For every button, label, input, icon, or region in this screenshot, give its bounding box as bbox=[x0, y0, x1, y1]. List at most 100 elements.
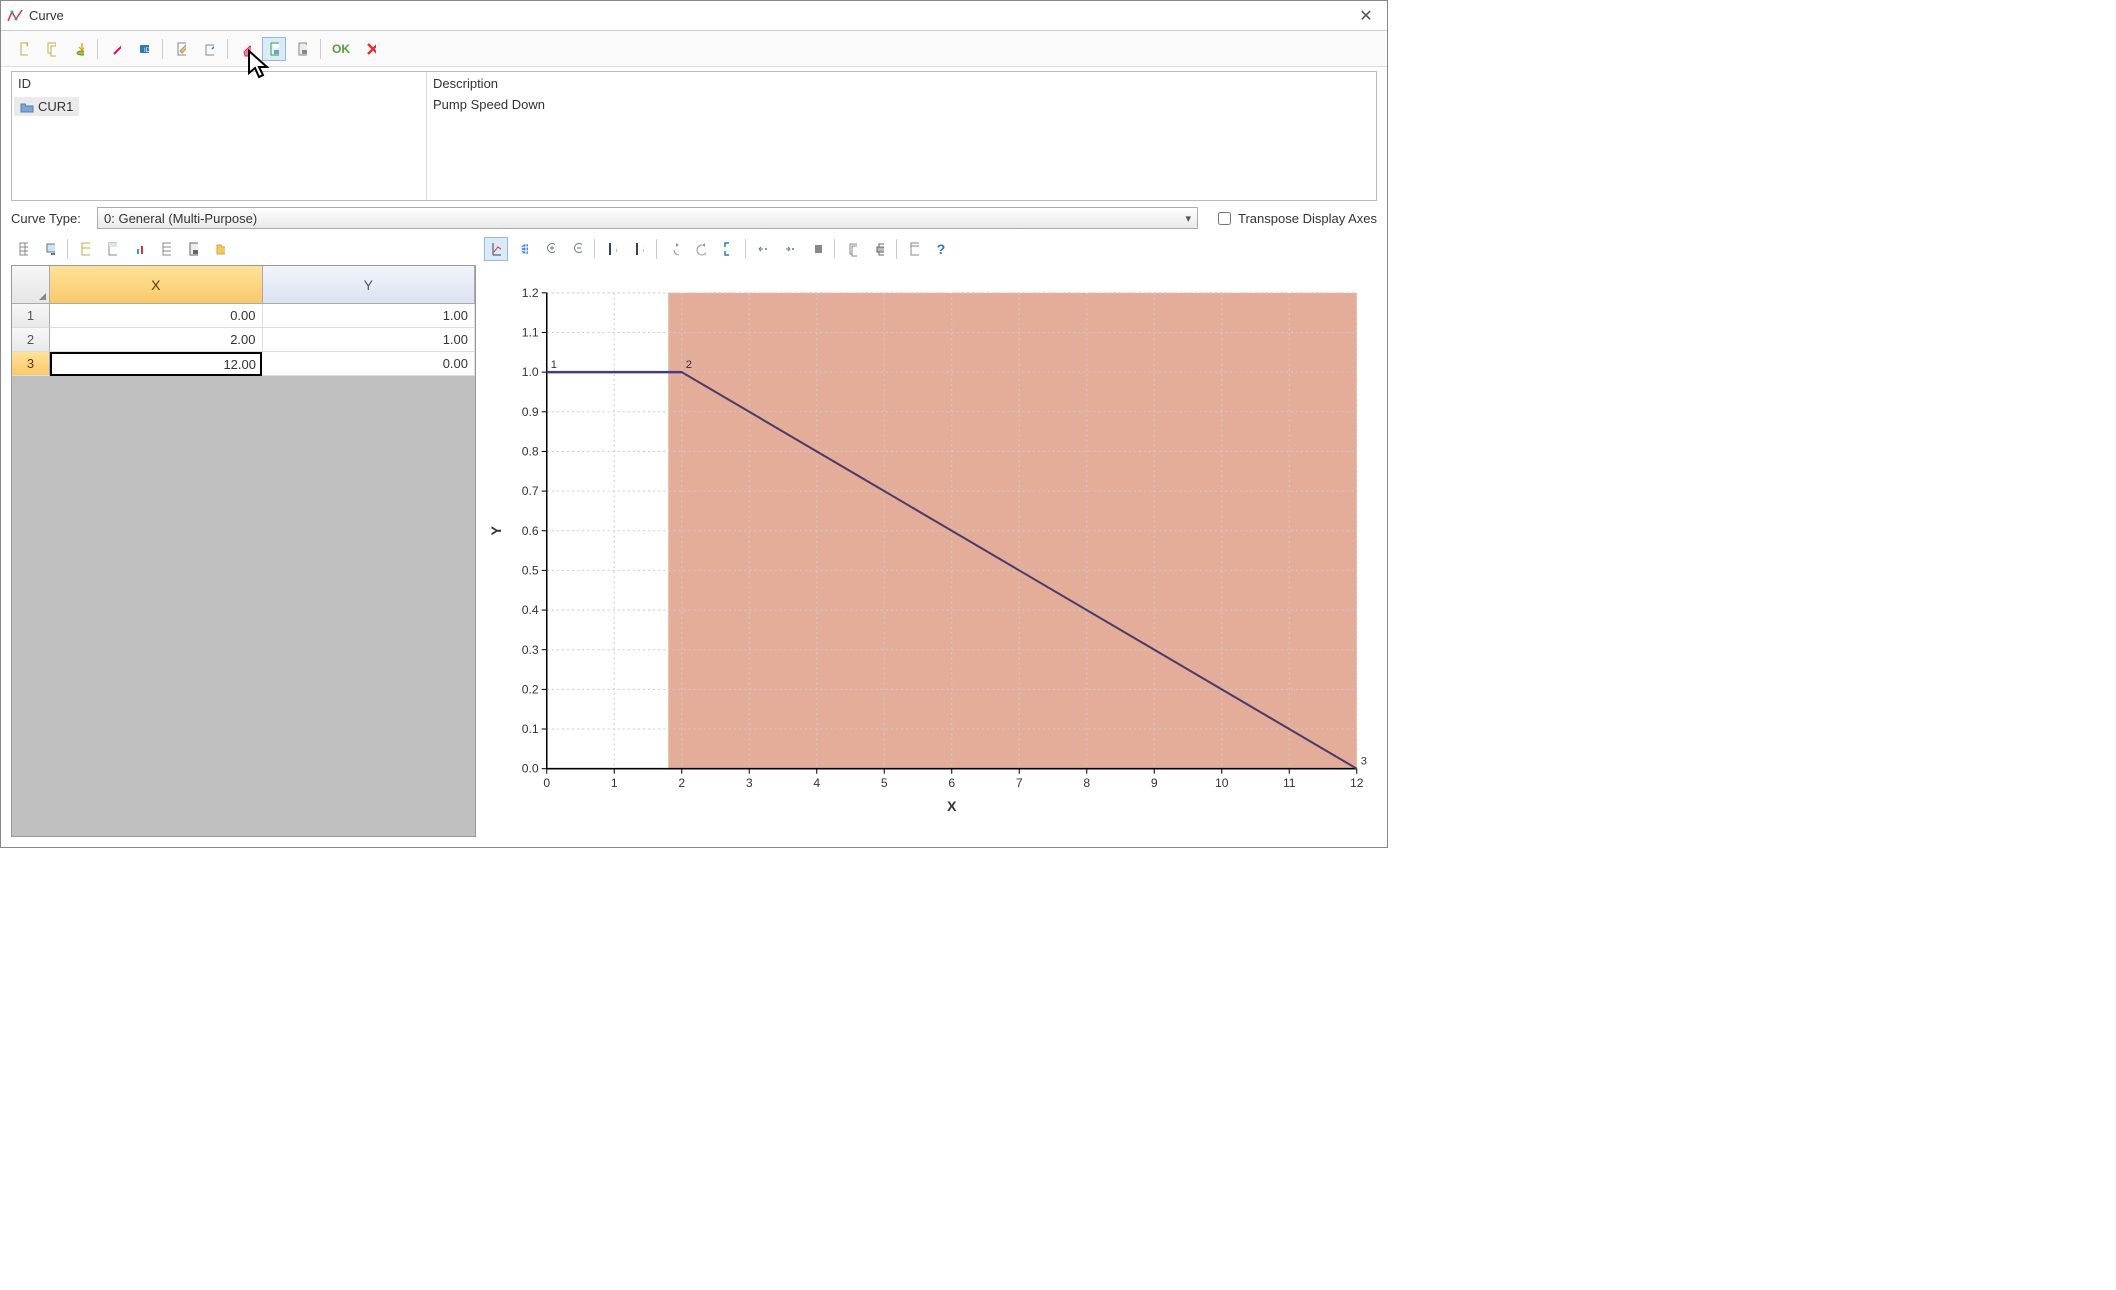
eraser-icon[interactable] bbox=[234, 37, 258, 61]
window-title: Curve bbox=[29, 8, 1351, 23]
svg-text:2: 2 bbox=[678, 776, 685, 790]
row-number[interactable]: 3 bbox=[12, 352, 50, 376]
svg-text:0.6: 0.6 bbox=[522, 524, 539, 538]
svg-text:0.3: 0.3 bbox=[522, 643, 539, 657]
cell-y[interactable]: 0.00 bbox=[262, 352, 475, 376]
separator-icon bbox=[656, 239, 657, 259]
chart-harrow-in-icon[interactable] bbox=[778, 237, 802, 261]
svg-text:2: 2 bbox=[686, 359, 692, 371]
svg-text:8: 8 bbox=[1083, 776, 1090, 790]
id-item[interactable]: CUR1 bbox=[14, 97, 79, 116]
folder-icon bbox=[20, 101, 34, 113]
chart-harrow-out-icon[interactable] bbox=[751, 237, 775, 261]
chart-print-icon[interactable] bbox=[867, 237, 891, 261]
transpose-checkbox-input[interactable] bbox=[1218, 212, 1231, 225]
table-row[interactable]: 10.001.00 bbox=[12, 304, 475, 328]
import-icon[interactable] bbox=[67, 37, 91, 61]
separator-icon bbox=[67, 239, 68, 259]
grid-corner[interactable] bbox=[12, 266, 50, 304]
chart-line-icon[interactable] bbox=[484, 237, 508, 261]
chart-copy-icon[interactable] bbox=[840, 237, 864, 261]
chart-globe-icon[interactable] bbox=[511, 237, 535, 261]
data-grid-body: 10.001.0022.001.00312.000.00 bbox=[12, 304, 475, 836]
svg-text:0.2: 0.2 bbox=[522, 682, 539, 696]
chart-panel[interactable]: 01234567891011120.00.10.20.30.40.50.60.7… bbox=[486, 265, 1377, 837]
svg-text:0.0: 0.0 bbox=[522, 762, 539, 776]
curve-window: Curve ✕ ID OK ID CUR1 bbox=[0, 0, 1388, 848]
cell-x[interactable]: 12.00 bbox=[50, 352, 262, 376]
id-badge-icon[interactable]: ID bbox=[132, 37, 156, 61]
svg-text:0.9: 0.9 bbox=[522, 405, 539, 419]
row-number[interactable]: 1 bbox=[12, 304, 50, 328]
new-icon[interactable] bbox=[11, 37, 35, 61]
grid-chart-icon[interactable] bbox=[127, 237, 151, 261]
svg-text:X: X bbox=[947, 799, 957, 815]
copy-icon[interactable] bbox=[39, 37, 63, 61]
chart-window-icon[interactable] bbox=[902, 237, 926, 261]
chart-zoom-out-icon[interactable] bbox=[565, 237, 589, 261]
svg-text:6: 6 bbox=[948, 776, 955, 790]
titlebar: Curve ✕ bbox=[1, 1, 1387, 31]
svg-text:9: 9 bbox=[1151, 776, 1158, 790]
chart-axis-b-icon[interactable]: a bbox=[627, 237, 651, 261]
mid-toolbars: a a ? bbox=[11, 237, 1377, 261]
svg-text:0: 0 bbox=[543, 776, 550, 790]
table-row[interactable]: 22.001.00 bbox=[12, 328, 475, 352]
svg-text:ID: ID bbox=[144, 48, 149, 54]
data-grid[interactable]: X Y 10.001.0022.001.00312.000.00 bbox=[11, 265, 476, 837]
svg-text:11: 11 bbox=[1283, 776, 1296, 790]
wand-icon[interactable] bbox=[104, 37, 128, 61]
svg-text:1: 1 bbox=[551, 359, 557, 371]
column-header-y[interactable]: Y bbox=[263, 266, 476, 304]
grid-table-a-icon[interactable] bbox=[73, 237, 97, 261]
svg-text:3: 3 bbox=[746, 776, 753, 790]
svg-text:12: 12 bbox=[1350, 776, 1364, 790]
column-header-x[interactable]: X bbox=[50, 266, 263, 304]
svg-text:a: a bbox=[616, 244, 617, 254]
chart-help-icon[interactable]: ? bbox=[929, 237, 953, 261]
svg-text:0.7: 0.7 bbox=[522, 484, 539, 498]
transpose-checkbox[interactable]: Transpose Display Axes bbox=[1214, 209, 1377, 228]
grid-monitor-icon[interactable] bbox=[38, 237, 62, 261]
grid-sheet-icon[interactable] bbox=[11, 237, 35, 261]
grid-table-c-icon[interactable] bbox=[154, 237, 178, 261]
svg-text:0.5: 0.5 bbox=[522, 563, 539, 577]
cell-x[interactable]: 0.00 bbox=[50, 304, 263, 328]
chart-axis-a-icon[interactable]: a bbox=[600, 237, 624, 261]
window-close-button[interactable]: ✕ bbox=[1351, 6, 1381, 26]
svg-text:7: 7 bbox=[1016, 776, 1023, 790]
chart-undo-icon[interactable] bbox=[662, 237, 686, 261]
curve-app-icon bbox=[7, 8, 23, 24]
svg-text:10: 10 bbox=[1215, 776, 1229, 790]
cell-x[interactable]: 2.00 bbox=[50, 328, 263, 352]
save-icon[interactable] bbox=[262, 37, 286, 61]
chart-fullscreen-icon[interactable] bbox=[716, 237, 740, 261]
table-row[interactable]: 312.000.00 bbox=[12, 352, 475, 376]
cell-y[interactable]: 1.00 bbox=[263, 328, 476, 352]
save-as-icon[interactable] bbox=[290, 37, 314, 61]
grid-toolbar bbox=[11, 237, 476, 261]
svg-text:0.4: 0.4 bbox=[522, 603, 539, 617]
edit-note-icon[interactable] bbox=[169, 37, 193, 61]
grid-table-b-icon[interactable] bbox=[100, 237, 124, 261]
curve-type-combo[interactable]: 0: General (Multi-Purpose) bbox=[97, 207, 1198, 229]
cancel-x-icon[interactable] bbox=[359, 37, 383, 61]
chart-stop-icon[interactable] bbox=[805, 237, 829, 261]
row-number[interactable]: 2 bbox=[12, 328, 50, 352]
description-column: Description Pump Speed Down bbox=[427, 72, 1376, 200]
svg-text:1.1: 1.1 bbox=[522, 326, 539, 340]
external-open-icon[interactable] bbox=[197, 37, 221, 61]
chart-redo-icon[interactable] bbox=[689, 237, 713, 261]
chart-zoom-in-icon[interactable] bbox=[538, 237, 562, 261]
grid-save-icon[interactable] bbox=[181, 237, 205, 261]
cell-y[interactable]: 1.00 bbox=[263, 304, 476, 328]
grid-open-folder-icon[interactable] bbox=[208, 237, 232, 261]
curve-type-row: Curve Type: 0: General (Multi-Purpose) T… bbox=[1, 205, 1387, 231]
svg-text:0.1: 0.1 bbox=[522, 722, 539, 736]
chart-svg: 01234567891011120.00.10.20.30.40.50.60.7… bbox=[486, 265, 1377, 837]
content-row: X Y 10.001.0022.001.00312.000.00 0123456… bbox=[11, 265, 1377, 837]
svg-text:Y: Y bbox=[489, 525, 505, 535]
separator-icon bbox=[834, 239, 835, 259]
svg-text:1.0: 1.0 bbox=[522, 365, 539, 379]
ok-button[interactable]: OK bbox=[327, 37, 355, 61]
